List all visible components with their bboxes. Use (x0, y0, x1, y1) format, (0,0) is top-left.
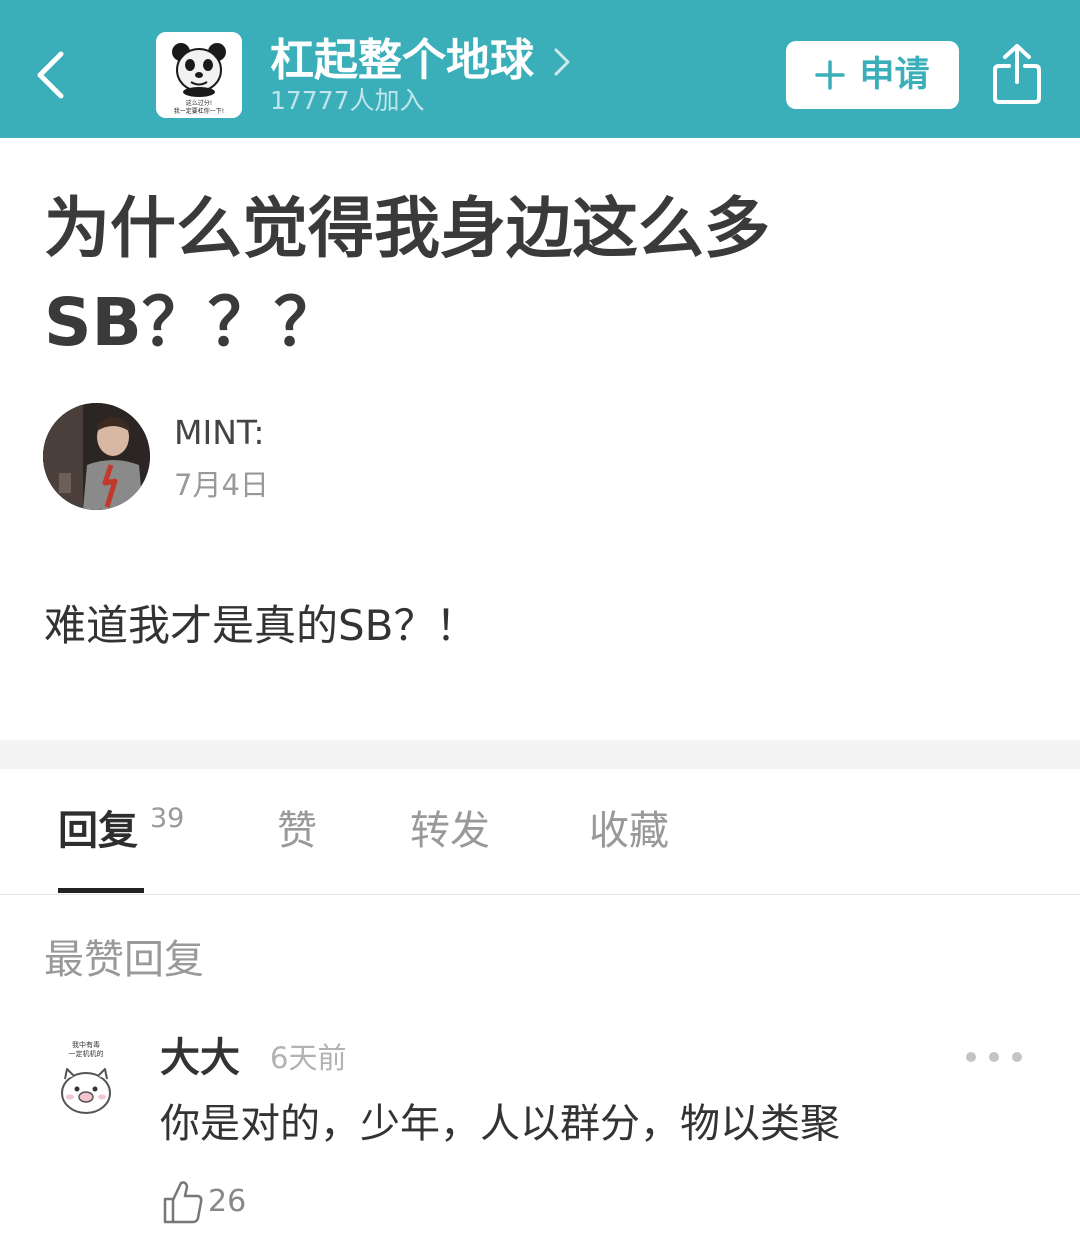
tab-favorite[interactable]: 收藏 (589, 805, 669, 857)
reply-like-button[interactable]: 26 (162, 1177, 246, 1227)
group-avatar[interactable]: 这么过分! 我一定要杠你一下! (156, 32, 242, 118)
group-member-count: 17777人加入 (270, 86, 425, 115)
tab-likes[interactable]: 赞 (277, 805, 317, 857)
reply-username[interactable]: 大大 (160, 1033, 240, 1083)
reply-avatar-caption-1: 我中有毒 (72, 1041, 100, 1049)
reply-avatar[interactable]: 我中有毒 一定机机的 (43, 1035, 129, 1121)
tab-replies-count: 39 (150, 803, 185, 834)
post-title: 为什么觉得我身边这么多 SB？？？ (44, 190, 944, 362)
group-avatar-caption-1: 这么过分! (185, 100, 213, 107)
more-dots-icon (989, 1052, 999, 1062)
author-photo (43, 403, 150, 510)
group-header-bar: 这么过分! 我一定要杠你一下! 杠起整个地球 17777人加入 申请 (0, 0, 1080, 138)
reply-more-button[interactable] (966, 1042, 1022, 1072)
share-button[interactable] (988, 40, 1046, 108)
chevron-left-icon (37, 51, 64, 99)
top-replies-heading: 最赞回复 (44, 937, 204, 983)
reply-time: 6天前 (270, 1041, 347, 1075)
group-name: 杠起整个地球 (270, 35, 534, 86)
plus-icon (815, 60, 846, 90)
thumbs-up-icon (163, 1181, 203, 1224)
more-dots-icon (966, 1052, 976, 1062)
back-button[interactable] (22, 40, 78, 110)
post-date: 7月4日 (174, 468, 269, 502)
post-title-line-1: 为什么觉得我身边这么多 (44, 190, 770, 267)
author-avatar[interactable] (43, 403, 150, 510)
tab-forward[interactable]: 转发 (410, 805, 490, 857)
apply-label: 申请 (859, 55, 930, 95)
group-info[interactable]: 杠起整个地球 17777人加入 (270, 30, 590, 120)
reply-like-count: 26 (208, 1184, 247, 1219)
tab-replies[interactable]: 回复 39 (58, 803, 184, 857)
post-body: 难道我才是真的SB？！ (44, 601, 478, 650)
reply-text: 你是对的，少年，人以群分，物以类聚 (160, 1101, 840, 1147)
post-tabs: 回复 39 赞 转发 收藏 (0, 769, 1080, 895)
more-dots-icon (1012, 1052, 1022, 1062)
section-divider (0, 740, 1080, 769)
active-tab-indicator (58, 888, 144, 893)
group-avatar-caption-2: 我一定要杠你一下! (173, 108, 225, 115)
tab-replies-label: 回复 (58, 808, 138, 854)
chevron-right-icon (554, 48, 570, 76)
post-title-line-2: SB？？？ (44, 284, 340, 361)
share-icon (993, 44, 1041, 104)
apply-join-button[interactable]: 申请 (786, 41, 959, 109)
reply-avatar-caption-2: 一定机机的 (68, 1050, 104, 1058)
author-name[interactable]: MINT: (174, 413, 265, 453)
